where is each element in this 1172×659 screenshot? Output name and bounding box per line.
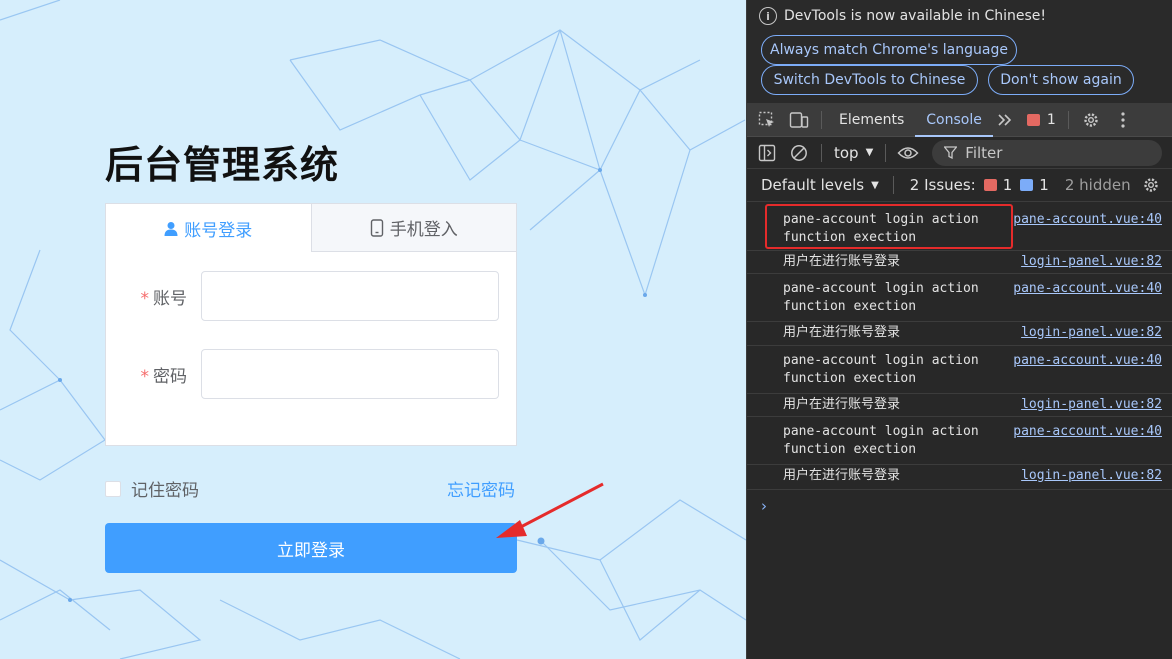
login-button[interactable]: 立即登录: [105, 523, 517, 573]
more-options-icon[interactable]: [1107, 104, 1139, 137]
error-icon: [1026, 114, 1040, 126]
log-source-link[interactable]: login-panel.vue:82: [1021, 253, 1162, 271]
account-input[interactable]: [201, 271, 499, 321]
log-message: 用户在进行账号登录: [783, 254, 901, 269]
log-entry: pane-account login action function execti…: [747, 274, 1172, 322]
login-panel: 账号登录 手机登入 * 账号 * 密码: [105, 203, 517, 446]
log-entry: 用户在进行账号登录 login-panel.vue:82: [747, 465, 1172, 490]
console-settings-gear-icon[interactable]: [1135, 169, 1167, 202]
log-source-link[interactable]: pane-account.vue:40: [1013, 280, 1162, 298]
infobar-message: i DevTools is now available in Chinese!: [759, 7, 1046, 25]
devtools-panel: i DevTools is now available in Chinese! …: [746, 0, 1172, 659]
log-message: 用户在进行账号登录: [783, 468, 901, 483]
language-infobar: i DevTools is now available in Chinese! …: [747, 0, 1172, 104]
tab-elements[interactable]: Elements: [828, 104, 915, 137]
log-message: pane-account login action function execti…: [783, 353, 979, 386]
filter-icon: [944, 146, 958, 159]
remember-label: 记住密码: [131, 481, 199, 501]
devtools-tabbar: Elements Console 1: [747, 104, 1172, 137]
console-prompt[interactable]: ›: [761, 497, 767, 515]
switch-to-chinese-button[interactable]: Switch DevTools to Chinese: [761, 65, 978, 95]
log-source-link[interactable]: login-panel.vue:82: [1021, 324, 1162, 342]
issue-error-icon: [983, 179, 997, 191]
password-input[interactable]: [201, 349, 499, 399]
forgot-password-link[interactable]: 忘记密码: [447, 476, 515, 501]
info-icon: i: [759, 7, 777, 25]
password-form-item: * 密码: [106, 349, 499, 399]
sidebar-toggle-icon[interactable]: [751, 136, 783, 169]
console-log-list: pane-account login action function execti…: [747, 202, 1172, 490]
divider: [821, 143, 822, 162]
divider: [885, 143, 887, 162]
clear-console-icon[interactable]: [783, 136, 815, 169]
always-match-language-button[interactable]: Always match Chrome's language: [761, 35, 1017, 65]
remember-checkbox[interactable]: [105, 480, 121, 497]
login-page: 后台管理系统 账号登录 手机登入 * 账号 * 密码 记住密码 忘记密码 立即登…: [0, 0, 746, 659]
log-levels-dropdown[interactable]: Default levels ▼: [761, 176, 879, 194]
phone-icon: [370, 218, 384, 237]
issue-info-icon: [1020, 179, 1034, 191]
tab-phone-login[interactable]: 手机登入: [311, 204, 516, 252]
dropdown-arrow-icon: ▼: [871, 179, 879, 191]
password-label: * 密码: [140, 366, 188, 387]
log-entry: 用户在进行账号登录 login-panel.vue:82: [747, 251, 1172, 274]
account-form-item: * 账号: [106, 271, 499, 321]
log-message: pane-account login action function execti…: [783, 424, 979, 457]
tab-phone-login-label: 手机登入: [389, 220, 458, 240]
login-tabs: 账号登录 手机登入: [106, 204, 516, 252]
log-source-link[interactable]: pane-account.vue:40: [1013, 423, 1162, 441]
console-filter-input[interactable]: Filter: [932, 139, 1163, 166]
required-mark: *: [140, 288, 150, 309]
log-message: 用户在进行账号登录: [783, 397, 901, 412]
log-source-link[interactable]: login-panel.vue:82: [1021, 396, 1162, 414]
context-selector[interactable]: top ▼: [834, 144, 873, 162]
log-entry: pane-account login action function execti…: [747, 346, 1172, 394]
dropdown-arrow-icon: ▼: [865, 147, 874, 158]
remember-password[interactable]: 记住密码: [105, 476, 199, 501]
hidden-messages-count: 2 hidden: [1064, 176, 1131, 194]
user-icon: [164, 221, 178, 236]
log-message: pane-account login action function execti…: [783, 212, 979, 245]
device-toolbar-icon[interactable]: [783, 104, 815, 137]
inspect-element-icon[interactable]: [751, 104, 783, 137]
tab-console[interactable]: Console: [915, 104, 993, 137]
tab-account-login-label: 账号登录: [184, 220, 253, 241]
account-label: * 账号: [140, 288, 188, 309]
log-source-link[interactable]: pane-account.vue:40: [1013, 211, 1162, 229]
divider: [1067, 111, 1069, 129]
log-entry: 用户在进行账号登录 login-panel.vue:82: [747, 394, 1172, 417]
divider: [892, 176, 894, 194]
log-source-link[interactable]: pane-account.vue:40: [1013, 352, 1162, 370]
log-entry: 用户在进行账号登录 login-panel.vue:82: [747, 322, 1172, 346]
settings-gear-icon[interactable]: [1075, 104, 1107, 137]
dont-show-again-button[interactable]: Don't show again: [988, 65, 1134, 95]
required-mark: *: [140, 366, 150, 387]
console-toolbar: top ▼ Filter: [747, 137, 1172, 169]
console-levels-bar: Default levels ▼ 2 Issues: 1 1 2 hidden: [747, 169, 1172, 202]
live-expression-eye-icon[interactable]: [892, 136, 924, 169]
log-entry: pane-account login action function execti…: [747, 417, 1172, 465]
log-message: 用户在进行账号登录: [783, 325, 901, 340]
log-source-link[interactable]: login-panel.vue:82: [1021, 467, 1162, 485]
divider: [821, 111, 822, 129]
error-count-badge[interactable]: 1: [1026, 112, 1056, 128]
log-message: pane-account login action function execti…: [783, 281, 979, 314]
app-title: 后台管理系统: [105, 143, 340, 187]
tab-account-login[interactable]: 账号登录: [106, 204, 312, 252]
more-tabs-icon[interactable]: [993, 104, 1017, 137]
log-entry: pane-account login action function execti…: [747, 202, 1172, 251]
issues-counter[interactable]: 2 Issues: 1 1: [910, 176, 1049, 194]
